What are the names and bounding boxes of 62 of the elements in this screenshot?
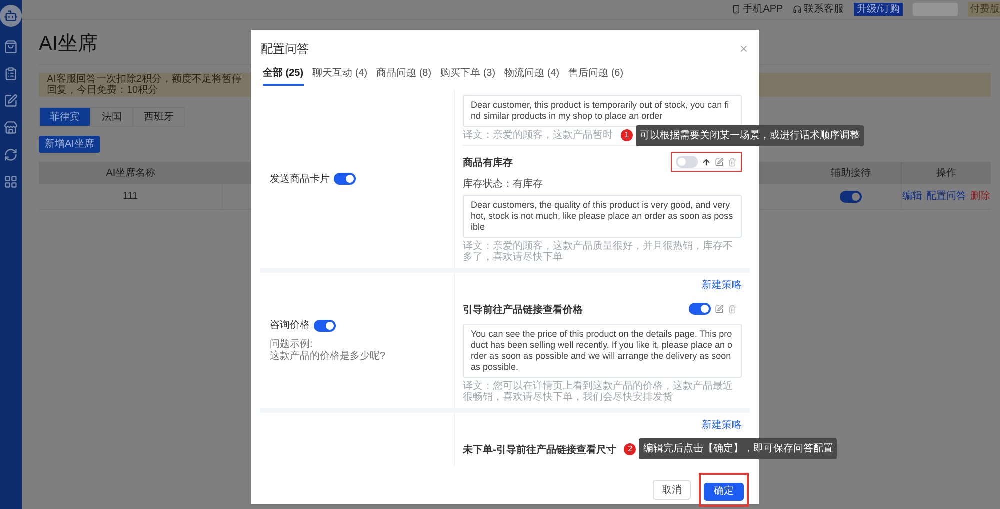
reply-text-area[interactable]: You can see the price of this product on the details page. This product has been selling well recently. If you like it, please place an order as soon as possible and we will arrange the delivery as soon as possible. bbox=[463, 324, 742, 378]
toggle-switch[interactable] bbox=[689, 303, 711, 315]
toggle-switch[interactable] bbox=[314, 320, 336, 332]
column-header: 辅助接待 bbox=[830, 166, 872, 180]
step-number-badge: 1 bbox=[621, 130, 633, 142]
strategy-title: 引导前往产品链接查看价格 bbox=[463, 305, 583, 316]
clipboard-icon[interactable] bbox=[4, 67, 18, 81]
category-tab[interactable]: 聊天互动 (4) bbox=[312, 66, 368, 86]
action-link[interactable]: 编辑 bbox=[902, 189, 922, 204]
column-header: AI坐席名称 bbox=[105, 166, 157, 180]
step-number-badge: 2 bbox=[624, 443, 636, 455]
category-tab[interactable]: 购买下单 (3) bbox=[440, 66, 496, 86]
grid-icon[interactable] bbox=[4, 175, 18, 189]
category-tab[interactable]: 售后问题 (6) bbox=[568, 66, 624, 86]
new-strategy-link[interactable]: 新建策略 bbox=[702, 418, 742, 433]
toggle-switch[interactable] bbox=[334, 173, 356, 185]
example-question: 问题示例: bbox=[270, 339, 314, 350]
strategy-title: 未下单-引导前往产品链接查看尺寸 bbox=[463, 445, 616, 456]
scene-label: 发送商品卡片 bbox=[270, 172, 330, 186]
stock-condition: 库存状态：有库存 bbox=[463, 178, 544, 192]
confirm-button[interactable]: 确定 bbox=[704, 482, 744, 500]
notice-text: AI客服回答一次扣除2积分，额度不足将暂停回复，今日免费：10积分 bbox=[47, 74, 244, 96]
table-cell: 111 bbox=[39, 184, 223, 209]
new-strategy-link[interactable]: 新建策略 bbox=[702, 278, 742, 293]
category-tab[interactable]: 物流问题 (4) bbox=[504, 66, 560, 86]
toggle-switch[interactable] bbox=[676, 156, 698, 168]
category-tab[interactable]: 全部 (25) bbox=[263, 66, 304, 86]
phone-icon[interactable] bbox=[732, 5, 742, 14]
bag-icon[interactable] bbox=[4, 40, 18, 54]
strategy-title: 商品有库存 bbox=[463, 158, 513, 169]
page-title: AI坐席 bbox=[39, 32, 98, 57]
translation-text: 译文：亲爱的顾客，这款产品暂时 bbox=[463, 130, 613, 141]
edit-icon[interactable] bbox=[4, 94, 18, 108]
toggle-switch[interactable] bbox=[840, 190, 862, 202]
edit-icon[interactable] bbox=[715, 304, 724, 314]
up-arrow-icon[interactable] bbox=[702, 158, 711, 166]
translation-text: 译文：您可以在详情页上看到这款产品的价格，这款产品最近很畅销，喜欢请尽快下单，我们会尽快安排发货 bbox=[463, 381, 734, 403]
region-tab[interactable]: 法国 bbox=[91, 107, 133, 127]
plan-badge: 付费版 bbox=[968, 2, 1000, 17]
store-icon[interactable] bbox=[4, 121, 18, 135]
example-question: 这款产品的价格是多少呢? bbox=[270, 351, 387, 363]
upgrade-button[interactable]: 升级/订购 bbox=[854, 3, 903, 16]
column-header: 操作 bbox=[901, 162, 991, 184]
contact-service-link[interactable]: 联系客服 bbox=[804, 2, 844, 17]
action-link[interactable]: 配置问答 bbox=[926, 189, 966, 204]
category-tab[interactable]: 商品问题 (8) bbox=[376, 66, 432, 86]
region-tab[interactable]: 菲律宾 bbox=[39, 107, 91, 127]
robot-logo-icon[interactable] bbox=[0, 5, 22, 27]
hint-tooltip: 编辑完后点击【确定】，即可保存问答配置 bbox=[639, 438, 838, 460]
translation-text: 译文：亲爱的顾客，这款产品质量很好，并且很热销，库存不多了，喜欢请尽快下单 bbox=[463, 241, 734, 263]
phone-app-link[interactable]: 手机APP bbox=[743, 2, 784, 17]
hint-tooltip: 可以根据需要关闭某一场景，或进行话术顺序调整 bbox=[636, 125, 864, 146]
edit-icon[interactable] bbox=[715, 158, 724, 166]
cancel-button[interactable]: 取消 bbox=[653, 480, 691, 500]
region-tab[interactable]: 西班牙 bbox=[133, 107, 185, 127]
close-icon[interactable] bbox=[739, 44, 749, 54]
add-agent-button[interactable]: 新增AI坐席 bbox=[39, 136, 100, 153]
scene-label: 咨询价格 bbox=[270, 318, 310, 333]
headset-icon[interactable] bbox=[793, 5, 802, 14]
circular-arrows-icon[interactable] bbox=[4, 148, 18, 162]
dialog-title: 配置问答 bbox=[261, 41, 309, 58]
reply-text-area[interactable]: Dear customers, the quality of this product is very good, and very hot, stock is not much, like please place an order as soon as possible bbox=[463, 195, 742, 238]
